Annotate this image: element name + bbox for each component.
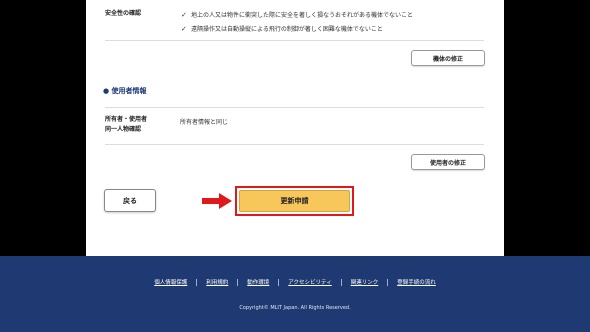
safety-check-1-text: 地上の人又は物件に衝突した際に安全を著しく損なうおそれがある機体でないこと [191,12,414,19]
divider [105,107,484,108]
aircraft-edit-button[interactable]: 機体の修正 [411,50,485,66]
owner-user-label-line1: 所有者・使用者 [105,116,148,123]
copyright: Copyright© MLIT Japan. All Rights Reserv… [239,305,351,311]
user-section-title: ● 使用者情報 [103,87,147,95]
main-content: 安全性の確認 ✓ 地上の人又は物件に衝突した際に安全を著しく損なうおそれがある機… [86,0,504,256]
footer-link-environment[interactable]: 動作環境 [238,278,278,286]
back-button[interactable]: 戻る [104,189,156,212]
footer-right-band [504,256,590,332]
check-icon: ✓ [181,10,187,19]
safety-label: 安全性の確認 [105,10,142,17]
footer-link-procedure[interactable]: 登録手続の流れ [388,278,445,286]
footer-link-terms[interactable]: 利用規約 [197,278,237,286]
owner-user-label-line2: 同一人物確認 [105,126,142,133]
safety-check-1: ✓ 地上の人又は物件に衝突した際に安全を著しく損なうおそれがある機体でないこと [181,10,414,20]
footer-link-accessibility[interactable]: アクセシビリティ [279,278,340,286]
red-arrow-icon [202,193,232,209]
owner-user-label: 所有者・使用者 同一人物確認 [105,115,147,135]
user-section-title-text: 使用者情報 [111,87,147,95]
footer-link-related[interactable]: 関連リンク [342,278,388,286]
footer: 個人情報保護 利用規約 動作環境 アクセシビリティ 関連リンク 登録手続の流れ … [86,256,504,332]
owner-user-value: 所有者情報と同じ [180,119,229,126]
renew-application-button[interactable]: 更新申請 [239,190,350,212]
footer-links: 個人情報保護 利用規約 動作環境 アクセシビリティ 関連リンク 登録手続の流れ [86,278,504,286]
safety-check-2: ✓ 遠隔操作又は自動操縦による飛行の制御が著しく困難な機体でないこと [181,24,383,34]
safety-check-2-text: 遠隔操作又は自動操縦による飛行の制御が著しく困難な機体でないこと [191,26,383,33]
divider [105,40,484,41]
user-edit-button[interactable]: 使用者の修正 [411,154,485,170]
footer-link-privacy[interactable]: 個人情報保護 [145,278,196,286]
divider [105,144,484,145]
left-backdrop [0,0,86,256]
footer-left-band [0,256,86,332]
check-icon: ✓ [181,24,187,33]
right-backdrop [504,0,590,256]
